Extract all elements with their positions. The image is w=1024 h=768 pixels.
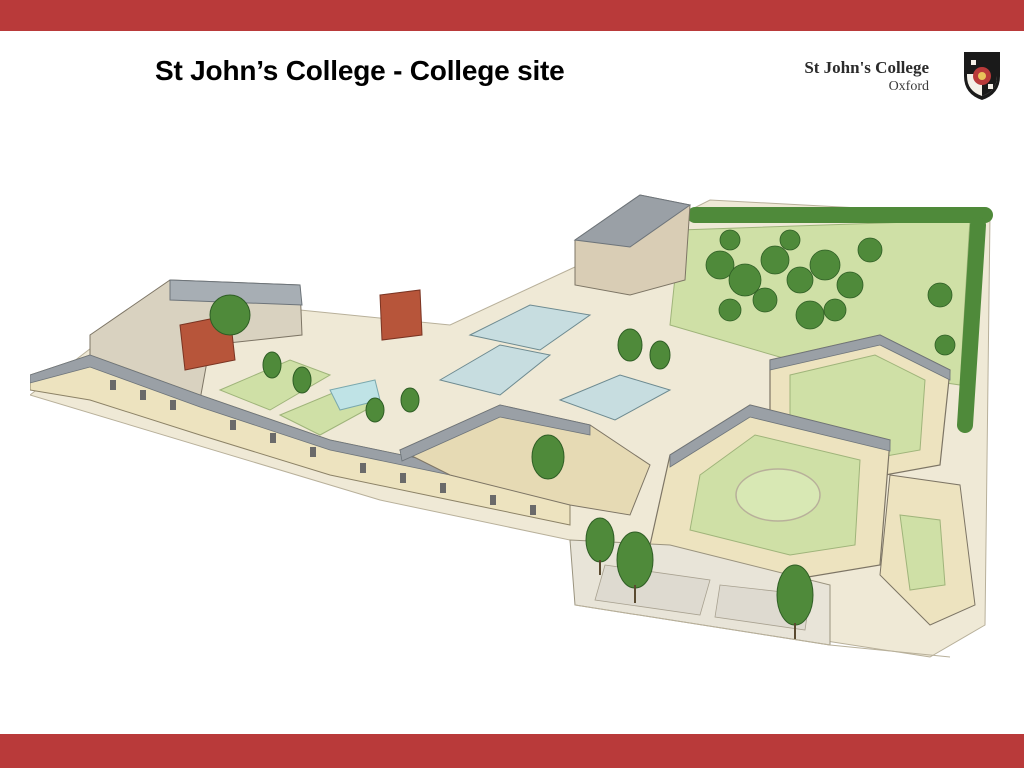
top-banner (0, 0, 1024, 31)
college-logo: St John's College Oxford (790, 48, 1010, 108)
college-site-illustration (30, 194, 993, 658)
slide-title: St John’s College - College site (155, 55, 565, 86)
logo-location: Oxford (888, 79, 929, 94)
college-crest-icon (964, 52, 1000, 100)
logo-college-name: St John's College (804, 58, 929, 77)
bottom-banner (0, 734, 1024, 768)
